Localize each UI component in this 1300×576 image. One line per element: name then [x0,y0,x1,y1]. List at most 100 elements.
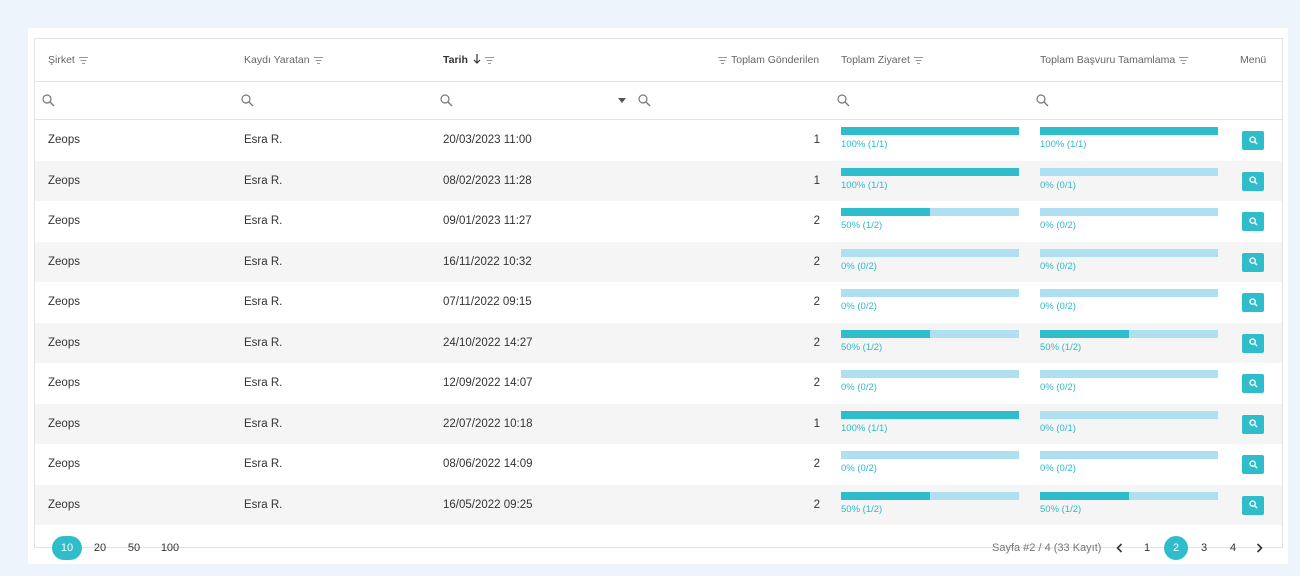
cell-created-by: Esra R. [244,296,283,309]
row-search-button[interactable] [1242,495,1264,515]
progress-track [841,370,1019,378]
row-search-button[interactable] [1242,374,1264,393]
filter-icon[interactable] [484,56,494,64]
progress-text: 100% (1/1) [841,139,888,150]
caret-down-icon[interactable] [618,82,626,119]
filter-icon[interactable] [913,56,923,64]
cell-company: Zeops [48,134,80,147]
progress-visit: 0% (0/2) [841,370,1019,393]
table-row: Zeops Esra R. 16/11/2022 10:32 2 0% (0/2) 0% … [35,241,1282,282]
progress-visit: 50% (1/2) [841,329,1019,353]
filter-icon[interactable] [1179,56,1189,64]
page-button-2[interactable]: 2 [1164,536,1188,560]
progress-track [1040,329,1218,338]
column-header-label: Toplam Başvuru Tamamlama [1040,54,1176,66]
progress-visit: 50% (1/2) [841,491,1019,515]
cell-company: Zeops [48,417,80,430]
search-icon [837,94,850,107]
filter-input-created-by[interactable] [241,82,254,119]
page-size-20[interactable]: 20 [86,536,114,560]
progress-fill [841,127,1019,135]
search-icon [1248,213,1258,231]
cell-total-sent: 2 [813,215,820,228]
cell-total-sent: 2 [813,458,820,471]
row-search-button[interactable] [1242,171,1264,191]
cell-company: Zeops [48,215,80,228]
filter-input-total-complete[interactable] [1036,82,1049,119]
column-header-date[interactable]: Tarih [443,39,494,81]
header-row: Şirket Kaydı Yaratan Tarih Toplam Gönder… [35,39,1282,82]
progress-track [841,491,1019,500]
row-search-button[interactable] [1242,293,1264,312]
column-header-company[interactable]: Şirket [48,39,88,81]
filter-icon[interactable] [718,56,727,64]
progress-track [1040,410,1218,419]
chevron-right-icon[interactable] [1247,536,1271,560]
cell-total-sent: 1 [813,134,820,147]
filter-input-company[interactable] [42,82,55,119]
page-size-10[interactable]: 10 [52,536,82,560]
filter-input-total-sent[interactable] [638,82,651,119]
column-header-label: Tarih [443,54,468,66]
chevron-left-icon[interactable] [1107,536,1131,560]
app-frame: Şirket Kaydı Yaratan Tarih Toplam Gönder… [8,8,1292,568]
progress-text: 0% (0/2) [1040,260,1076,272]
page-size-50[interactable]: 50 [120,536,148,560]
page-size-100[interactable]: 100 [154,536,186,560]
column-header-total-visit[interactable]: Toplam Ziyaret [841,39,923,81]
search-icon [1248,253,1258,271]
progress-complete: 0% (0/2) [1040,248,1218,272]
progress-track [841,329,1019,338]
progress-text: 50% (1/2) [841,503,883,515]
row-search-button[interactable] [1242,455,1264,474]
row-search-button[interactable] [1242,414,1264,434]
column-header-total-sent[interactable]: Toplam Gönderilen [718,39,819,81]
row-search-button[interactable] [1242,212,1264,231]
progress-track [1040,451,1218,459]
cell-company: Zeops [48,458,80,471]
page-button-3[interactable]: 3 [1192,536,1216,560]
cell-date: 08/02/2023 11:28 [443,174,532,187]
progress-text: 0% (0/2) [1040,301,1076,312]
progress-track [1040,370,1218,378]
table-row: Zeops Esra R. 07/11/2022 09:15 2 0% (0/2) 0% … [35,282,1282,323]
cell-date: 08/06/2022 14:09 [443,458,533,471]
search-icon [1248,375,1258,393]
row-search-button[interactable] [1242,131,1264,150]
filter-input-total-visit[interactable] [837,82,850,119]
progress-visit: 0% (0/2) [841,248,1019,272]
cell-total-sent: 2 [813,498,820,511]
grid-panel: Şirket Kaydı Yaratan Tarih Toplam Gönder… [28,28,1288,564]
progress-fill [841,167,1019,176]
cell-date: 16/11/2022 10:32 [443,255,532,268]
filter-icon[interactable] [313,56,323,64]
cell-created-by: Esra R. [244,498,283,511]
table-row: Zeops Esra R. 09/01/2023 11:27 2 50% (1/2) 0%… [35,201,1282,242]
progress-text: 0% (0/2) [1040,463,1076,474]
column-header-label: Toplam Ziyaret [841,54,910,66]
page-button-1[interactable]: 1 [1135,536,1159,560]
progress-text: 100% (1/1) [841,422,888,434]
table-row: Zeops Esra R. 24/10/2022 14:27 2 50% (1/2) 50… [35,322,1282,363]
cell-company: Zeops [48,296,80,309]
progress-track [841,167,1019,176]
progress-track [1040,491,1218,500]
search-icon [1248,334,1258,352]
column-header-label: Şirket [48,54,75,66]
pager: 10 20 50 100 Sayfa #2 / 4 (33 Kayıt) 1 2… [28,536,1288,564]
progress-text: 50% (1/2) [1040,341,1082,353]
filter-input-date[interactable] [440,82,453,119]
page-button-4[interactable]: 4 [1221,536,1245,560]
column-header-created-by[interactable]: Kaydı Yaratan [244,39,323,81]
row-search-button[interactable] [1242,333,1264,353]
search-icon [1248,294,1258,312]
progress-text: 0% (0/2) [841,463,877,474]
progress-track [1040,248,1218,257]
cell-total-sent: 1 [813,174,820,187]
search-icon [1036,94,1049,107]
filter-icon[interactable] [78,56,88,64]
row-search-button[interactable] [1242,252,1264,272]
cell-company: Zeops [48,255,80,268]
progress-track [841,127,1019,135]
column-header-total-complete[interactable]: Toplam Başvuru Tamamlama [1040,39,1189,81]
